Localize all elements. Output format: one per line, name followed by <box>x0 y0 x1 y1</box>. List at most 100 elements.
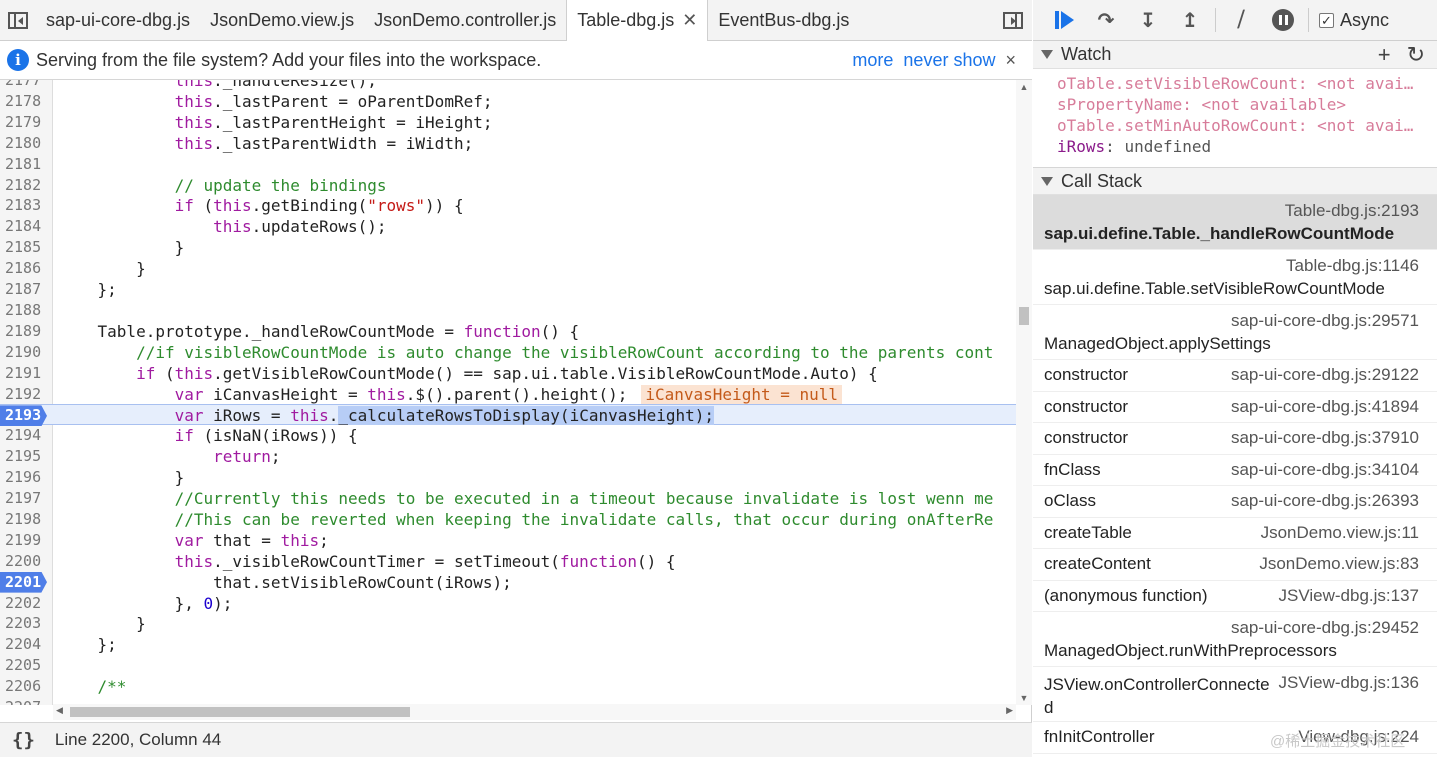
infobar-more-link[interactable]: more <box>852 50 893 71</box>
toggle-navigator-button[interactable] <box>0 0 36 40</box>
line-number[interactable]: 2192 <box>0 384 46 405</box>
close-tab-icon[interactable]: ✕ <box>682 10 697 31</box>
line-number[interactable]: 2197 <box>0 488 46 509</box>
call-frame[interactable]: sap.ui.define.Table._handleRowCountMode T… <box>1033 195 1437 250</box>
call-frame[interactable]: constructor sap-ui-core-dbg.js:29122 <box>1033 360 1437 392</box>
code-line[interactable]: 2181 <box>0 154 1016 175</box>
call-frame-location[interactable]: Table-dbg.js:2193 <box>1285 201 1419 221</box>
code-line[interactable]: 2186 } <box>0 258 1016 279</box>
line-number[interactable]: 2180 <box>0 133 46 154</box>
code-line[interactable]: 2205 <box>0 655 1016 676</box>
code-line[interactable]: 2191 if (this.getVisibleRowCountMode() =… <box>0 363 1016 384</box>
scroll-up-icon[interactable]: ▲ <box>1016 82 1032 92</box>
line-number[interactable]: 2189 <box>0 321 46 342</box>
code-line[interactable]: 2196 } <box>0 467 1016 488</box>
line-number[interactable]: 2184 <box>0 216 46 237</box>
call-frame-location[interactable]: sap-ui-core-dbg.js:37910 <box>1231 428 1419 448</box>
watch-expression[interactable]: sPropertyName: <not available> <box>1057 94 1423 115</box>
infobar-never-show-link[interactable]: never show <box>903 50 995 71</box>
call-frame[interactable]: JSView.onControllerConnected JSView-dbg.j… <box>1033 667 1437 722</box>
call-frame[interactable]: createTable JsonDemo.view.js:11 <box>1033 518 1437 549</box>
code-line[interactable]: 2187 }; <box>0 279 1016 300</box>
tab-jsondemo-controller-js[interactable]: JsonDemo.controller.js <box>364 0 566 40</box>
code-line[interactable]: 2189 Table.prototype._handleRowCountMode… <box>0 321 1016 342</box>
call-frame[interactable]: constructor sap-ui-core-dbg.js:41894 <box>1033 392 1437 423</box>
watch-expression[interactable]: iRows: undefined <box>1057 136 1423 157</box>
breakpoint-marker[interactable]: 2193 <box>0 405 47 427</box>
vertical-scrollbar[interactable]: ▲ ▼ <box>1016 80 1032 705</box>
code-line[interactable]: 2206 /** <box>0 676 1016 697</box>
horizontal-scroll-thumb[interactable] <box>70 707 410 717</box>
vertical-scroll-thumb[interactable] <box>1019 307 1029 325</box>
line-number[interactable]: 2195 <box>0 446 46 467</box>
call-stack-section-header[interactable]: Call Stack <box>1033 167 1437 195</box>
step-over-button[interactable]: ↷ <box>1085 0 1127 41</box>
code-line[interactable]: 2195 return; <box>0 446 1016 467</box>
call-frame-location[interactable]: sap-ui-core-dbg.js:41894 <box>1231 397 1419 417</box>
step-out-button[interactable]: ↥ <box>1169 0 1211 41</box>
tab-eventbus-dbg-js[interactable]: EventBus-dbg.js <box>708 0 859 40</box>
refresh-watch-icon[interactable]: ↻ <box>1407 42 1425 68</box>
call-frame-location[interactable]: JsonDemo.view.js:11 <box>1261 523 1419 543</box>
tab-jsondemo-view-js[interactable]: JsonDemo.view.js <box>200 0 364 40</box>
line-number[interactable]: 2179 <box>0 112 46 133</box>
line-number[interactable]: 2177 <box>0 80 46 91</box>
call-frame[interactable]: sap.ui.define.Table.setVisibleRowCountMo… <box>1033 250 1437 305</box>
line-number[interactable]: 2194 <box>0 425 46 446</box>
code-line[interactable]: 2203 } <box>0 613 1016 634</box>
line-number[interactable]: 2178 <box>0 91 46 112</box>
call-frame-location[interactable]: JSView-dbg.js:136 <box>1279 673 1420 693</box>
code-line[interactable]: 2177 this._handleResize(); <box>0 80 1016 91</box>
code-line[interactable]: 2190 //if visibleRowCountMode is auto ch… <box>0 342 1016 363</box>
toggle-debugger-button[interactable] <box>994 0 1032 40</box>
async-toggle[interactable]: ✓ Async <box>1319 10 1389 31</box>
code-line[interactable]: 2198 //This can be reverted when keeping… <box>0 509 1016 530</box>
call-frame[interactable]: (anonymous function) JSView-dbg.js:137 <box>1033 581 1437 612</box>
line-number[interactable]: 2207 <box>0 697 46 705</box>
step-into-button[interactable]: ↧ <box>1127 0 1169 41</box>
call-frame[interactable]: createContent JsonDemo.view.js:83 <box>1033 549 1437 581</box>
line-number[interactable]: 2186 <box>0 258 46 279</box>
code-line[interactable]: 2188 <box>0 300 1016 321</box>
line-number[interactable]: 2206 <box>0 676 46 697</box>
code-view[interactable]: 2177 this._handleResize(); 2178 this._las… <box>0 80 1016 705</box>
line-number[interactable]: 2202 <box>0 593 46 614</box>
line-number[interactable]: 2196 <box>0 467 46 488</box>
line-number[interactable]: 2191 <box>0 363 46 384</box>
code-line[interactable]: 2197 //Currently this needs to be execut… <box>0 488 1016 509</box>
code-line[interactable]: 2178 this._lastParent = oParentDomRef; <box>0 91 1016 112</box>
call-frame[interactable]: oClass sap-ui-core-dbg.js:26393 <box>1033 486 1437 518</box>
line-number[interactable]: 2182 <box>0 175 46 196</box>
call-frame-location[interactable]: JsonDemo.view.js:83 <box>1259 554 1419 574</box>
code-line[interactable]: 2192 var iCanvasHeight = this.$().parent… <box>0 384 1016 405</box>
code-line[interactable]: 2180 this._lastParentWidth = iWidth; <box>0 133 1016 154</box>
watch-section-header[interactable]: Watch + ↻ <box>1033 41 1437 69</box>
code-line[interactable]: 2202 }, 0); <box>0 593 1016 614</box>
tab-table-dbg-js[interactable]: Table-dbg.js ✕ <box>566 0 709 41</box>
scroll-right-icon[interactable]: ▶ <box>1006 705 1013 716</box>
line-number[interactable]: 2190 <box>0 342 46 363</box>
call-frame-location[interactable]: sap-ui-core-dbg.js:29122 <box>1231 365 1419 385</box>
line-number[interactable]: 2187 <box>0 279 46 300</box>
call-frame-location[interactable]: Table-dbg.js:1146 <box>1286 256 1419 276</box>
call-frame[interactable]: ManagedObject.runWithPreprocessors sap-ui… <box>1033 612 1437 667</box>
code-line[interactable]: 2184 this.updateRows(); <box>0 216 1016 237</box>
code-line[interactable]: 2179 this._lastParentHeight = iHeight; <box>0 112 1016 133</box>
add-watch-icon[interactable]: + <box>1378 42 1391 68</box>
watch-expression[interactable]: oTable.setVisibleRowCount: <not avai… <box>1057 73 1423 94</box>
scroll-left-icon[interactable]: ◀ <box>56 705 63 716</box>
code-line[interactable]: 2182 // update the bindings <box>0 175 1016 196</box>
line-number[interactable]: 2204 <box>0 634 46 655</box>
pause-on-exceptions-button[interactable] <box>1262 0 1304 41</box>
resume-button[interactable] <box>1043 0 1085 41</box>
code-line[interactable]: 2199 var that = this; <box>0 530 1016 551</box>
code-line[interactable]: 2200 this._visibleRowCountTimer = setTim… <box>0 551 1016 572</box>
line-number[interactable]: 2198 <box>0 509 46 530</box>
pretty-print-icon[interactable]: {} <box>12 729 35 751</box>
horizontal-scrollbar[interactable]: ◀ ▶ <box>53 704 1016 720</box>
call-frame-location[interactable]: sap-ui-core-dbg.js:34104 <box>1231 460 1419 480</box>
code-line[interactable]: 2201 that.setVisibleRowCount(iRows); <box>0 571 1016 593</box>
call-frame-location[interactable]: sap-ui-core-dbg.js:29452 <box>1231 618 1419 638</box>
code-line[interactable]: 2185 } <box>0 237 1016 258</box>
deactivate-breakpoints-button[interactable]: ⧸ <box>1220 0 1262 41</box>
